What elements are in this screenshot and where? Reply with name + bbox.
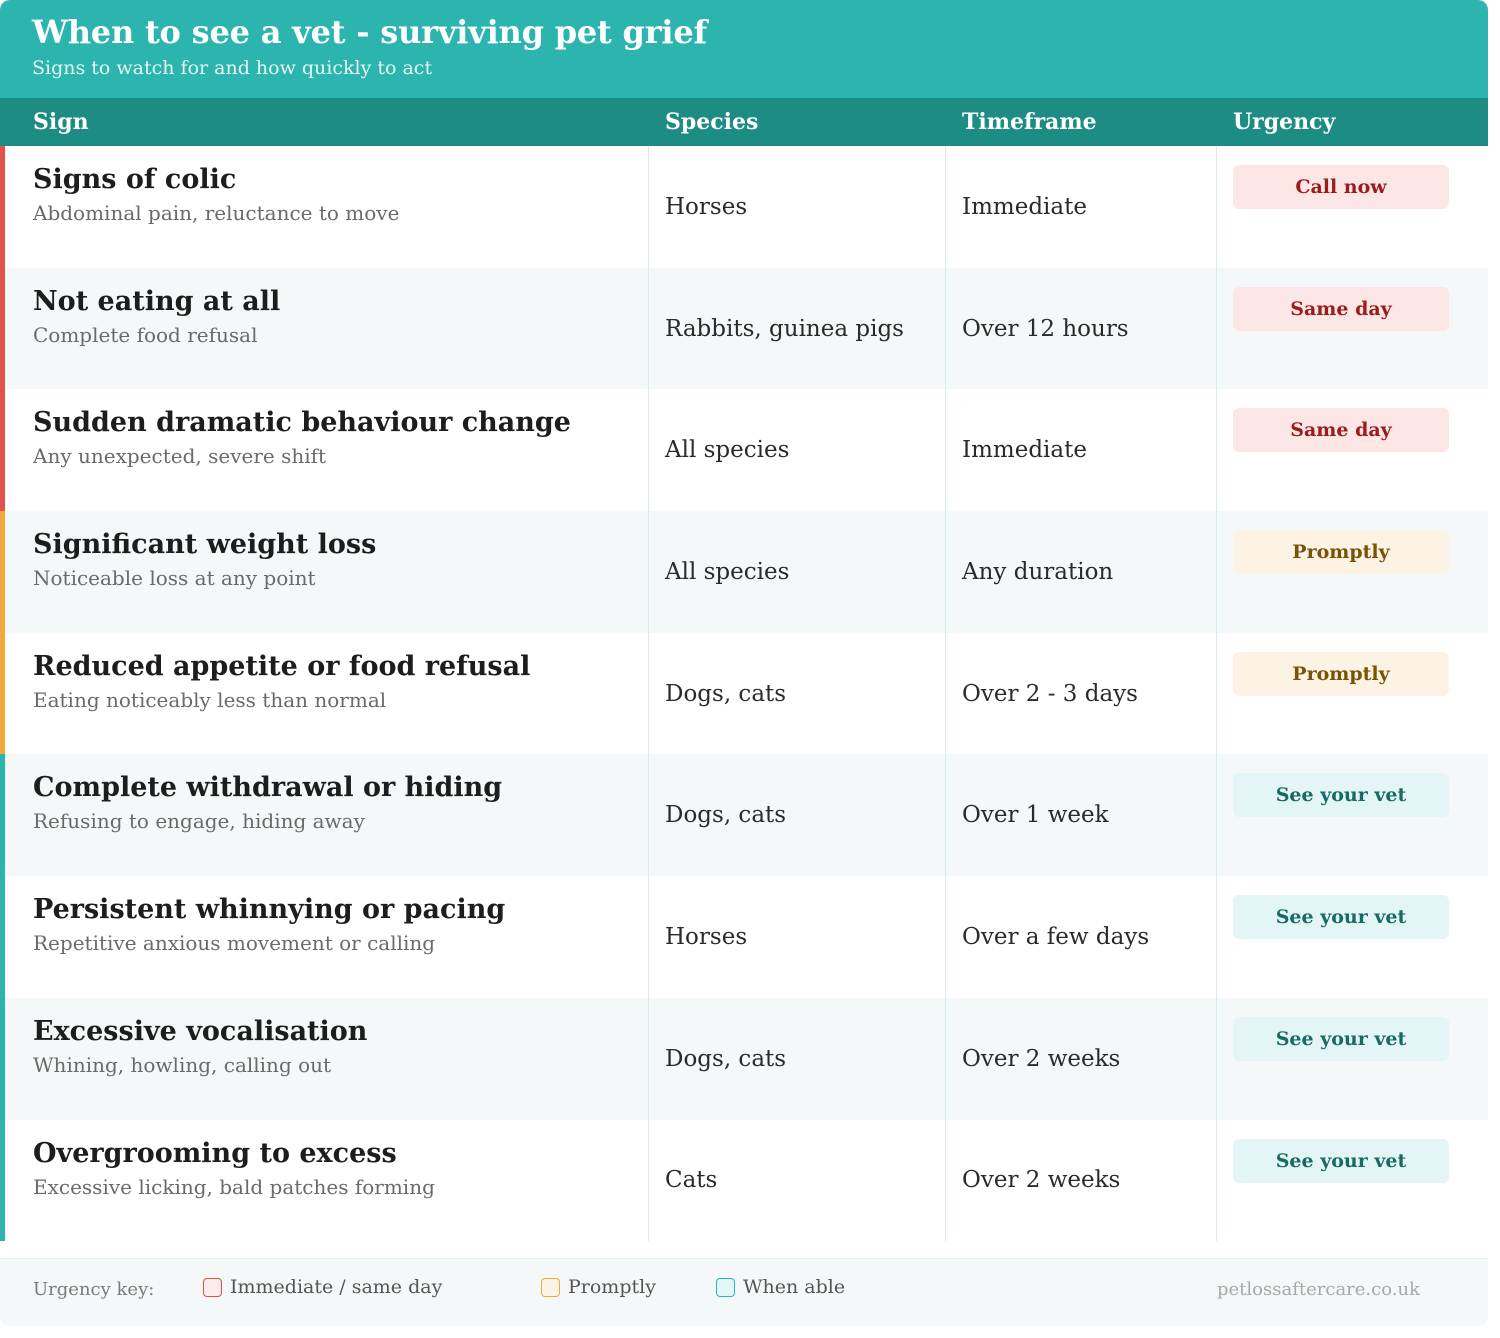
site-link[interactable]: petlossaftercare.co.uk xyxy=(1217,1279,1420,1300)
table-row: Persistent whinnying or pacing Repetitive… xyxy=(0,876,1488,998)
timeframe-cell: Over 2 - 3 days xyxy=(962,680,1138,707)
timeframe-cell: Over 2 weeks xyxy=(962,1167,1121,1194)
red-square-icon xyxy=(203,1277,222,1297)
page-title: When to see a vet - surviving pet grief xyxy=(32,13,708,51)
sign-title: Persistent whinnying or pacing xyxy=(33,894,506,926)
teal-square-icon xyxy=(716,1277,735,1297)
timeframe-cell: Immediate xyxy=(962,437,1087,464)
table-row: Reduced appetite or food refusal Eating n… xyxy=(0,632,1488,755)
key-item-label: Promptly xyxy=(568,1276,656,1298)
timeframe-cell: Over 2 weeks xyxy=(962,1045,1121,1072)
species-cell: All species xyxy=(665,437,790,464)
sign-title: Overgrooming to excess xyxy=(33,1137,397,1169)
species-cell: Dogs, cats xyxy=(665,1045,787,1072)
column-divider xyxy=(1216,146,1217,1241)
timeframe-cell: Over 12 hours xyxy=(962,315,1129,342)
page-header: When to see a vet - surviving pet grief … xyxy=(0,0,1488,98)
table-header: Sign Species Timeframe Urgency xyxy=(0,98,1488,146)
sign-description: Eating noticeably less than normal xyxy=(33,687,387,712)
urgency-key-footer: Urgency key: Immediate / same day Prompt… xyxy=(0,1258,1488,1326)
sign-description: Whining, howling, calling out xyxy=(33,1052,332,1077)
key-item-promptly: Promptly xyxy=(541,1276,656,1298)
urgency-color-bar xyxy=(0,997,5,1120)
species-cell: All species xyxy=(665,558,790,585)
key-item-label: When able xyxy=(743,1276,846,1298)
sign-title: Reduced appetite or food refusal xyxy=(33,650,531,682)
page-subtitle: Signs to watch for and how quickly to ac… xyxy=(32,57,433,79)
table-row: Signs of colic Abdominal pain, reluctance… xyxy=(0,146,1488,268)
sign-cell: Sudden dramatic behaviour change Any unex… xyxy=(33,405,633,471)
column-divider xyxy=(648,146,649,1241)
sign-title: Signs of colic xyxy=(33,164,237,195)
urgency-badge: Call now xyxy=(1233,165,1449,209)
urgency-badge: See your vet xyxy=(1233,1138,1449,1183)
sign-cell: Overgrooming to excess Excessive licking,… xyxy=(33,1136,633,1202)
urgency-badge: Promptly xyxy=(1233,530,1449,575)
species-cell: Dogs, cats xyxy=(665,802,787,829)
urgency-color-bar xyxy=(0,754,5,877)
species-cell: Horses xyxy=(665,193,748,220)
urgency-color-bar xyxy=(0,1119,5,1242)
sign-cell: Excessive vocalisation Whining, howling, … xyxy=(33,1014,633,1080)
urgency-key-label: Urgency key: xyxy=(33,1279,155,1300)
column-header-urgency: Urgency xyxy=(1233,109,1336,135)
urgency-badge: See your vet xyxy=(1233,773,1449,818)
timeframe-cell: Any duration xyxy=(962,558,1114,585)
sign-title: Sudden dramatic behaviour change xyxy=(33,407,571,439)
table-row: Overgrooming to excess Excessive licking,… xyxy=(0,1119,1488,1242)
sign-cell: Reduced appetite or food refusal Eating n… xyxy=(33,649,633,715)
key-item-label: Immediate / same day xyxy=(230,1276,443,1298)
timeframe-cell: Immediate xyxy=(962,193,1087,220)
sign-description: Noticeable loss at any point xyxy=(33,566,316,591)
table-row: Complete withdrawal or hiding Refusing to… xyxy=(0,754,1488,877)
table-row: Sudden dramatic behaviour change Any unex… xyxy=(0,389,1488,512)
table-row: Excessive vocalisation Whining, howling, … xyxy=(0,997,1488,1120)
vet-signs-card: When to see a vet - surviving pet grief … xyxy=(0,0,1488,1326)
sign-title: Significant weight loss xyxy=(33,529,377,561)
species-cell: Horses xyxy=(665,923,748,950)
urgency-color-bar xyxy=(0,632,5,755)
orange-square-icon xyxy=(541,1277,560,1297)
urgency-color-bar xyxy=(0,389,5,512)
sign-title: Not eating at all xyxy=(33,285,281,317)
sign-description: Any unexpected, severe shift xyxy=(33,444,327,469)
sign-description: Excessive licking, bald patches forming xyxy=(33,1174,435,1199)
key-item-when-able: When able xyxy=(716,1276,845,1298)
species-cell: Rabbits, guinea pigs xyxy=(665,315,904,342)
urgency-badge: Same day xyxy=(1233,408,1449,453)
sign-cell: Signs of colic Abdominal pain, reluctance… xyxy=(33,162,633,228)
sign-cell: Complete withdrawal or hiding Refusing to… xyxy=(33,770,633,836)
sign-cell: Persistent whinnying or pacing Repetitive… xyxy=(33,892,633,958)
sign-description: Refusing to engage, hiding away xyxy=(33,809,365,834)
table-row: Significant weight loss Noticeable loss a… xyxy=(0,511,1488,633)
species-cell: Dogs, cats xyxy=(665,680,787,707)
species-cell: Cats xyxy=(665,1167,718,1194)
table-row: Not eating at all Complete food refusal Ra… xyxy=(0,267,1488,390)
urgency-badge: See your vet xyxy=(1233,1016,1449,1061)
sign-title: Excessive vocalisation xyxy=(33,1015,368,1047)
urgency-color-bar xyxy=(0,267,5,390)
urgency-color-bar xyxy=(0,876,5,998)
sign-title: Complete withdrawal or hiding xyxy=(33,772,503,804)
column-header-species: Species xyxy=(665,109,759,135)
sign-cell: Not eating at all Complete food refusal xyxy=(33,284,633,350)
sign-description: Abdominal pain, reluctance to move xyxy=(33,201,400,225)
sign-description: Complete food refusal xyxy=(33,322,258,347)
key-item-immediate: Immediate / same day xyxy=(203,1276,442,1298)
sign-cell: Significant weight loss Noticeable loss a… xyxy=(33,527,633,593)
urgency-badge: Promptly xyxy=(1233,651,1449,696)
column-divider xyxy=(945,146,946,1241)
urgency-badge: See your vet xyxy=(1233,895,1449,940)
timeframe-cell: Over 1 week xyxy=(962,802,1109,829)
column-header-timeframe: Timeframe xyxy=(962,109,1097,135)
column-header-sign: Sign xyxy=(33,109,89,135)
urgency-color-bar xyxy=(0,146,5,268)
table-body: Signs of colic Abdominal pain, reluctance… xyxy=(0,146,1488,1242)
urgency-badge: Same day xyxy=(1233,286,1449,331)
urgency-color-bar xyxy=(0,511,5,633)
sign-description: Repetitive anxious movement or calling xyxy=(33,931,436,956)
timeframe-cell: Over a few days xyxy=(962,923,1150,950)
